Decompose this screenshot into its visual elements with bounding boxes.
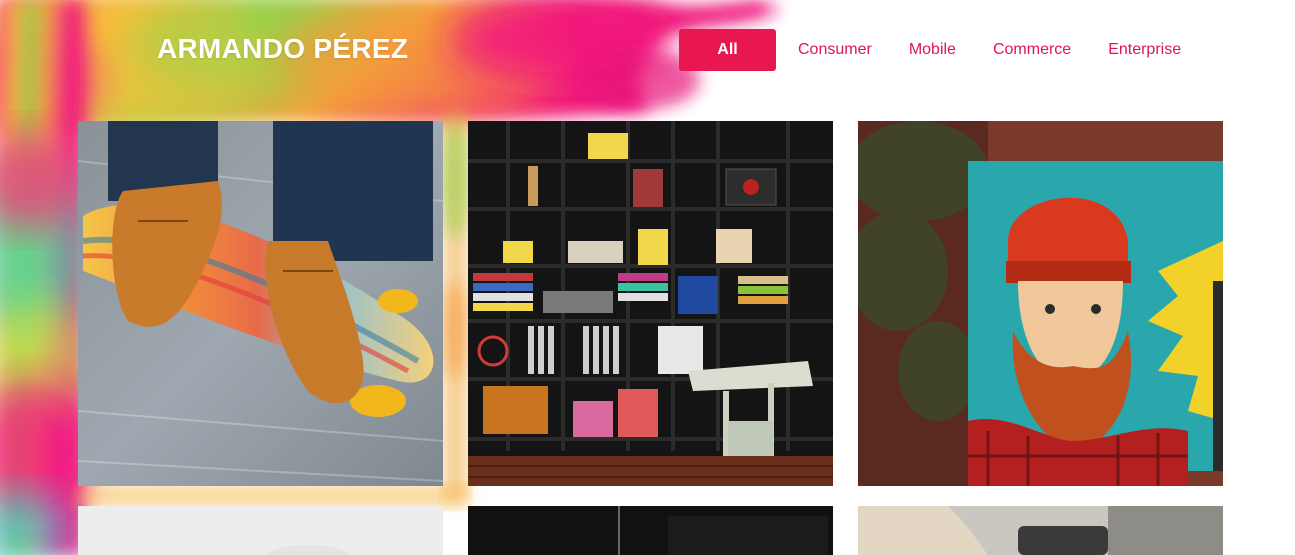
portfolio-item-dark-interior[interactable] [468, 506, 833, 555]
bearded-man-mural-image [858, 121, 1223, 486]
filter-enterprise-link[interactable]: Enterprise [1108, 29, 1181, 71]
white-object-image [78, 506, 443, 555]
filter-all-button[interactable]: All [679, 29, 776, 71]
portfolio-item-mural[interactable] [858, 121, 1223, 486]
portfolio-item-skateboard[interactable] [78, 121, 443, 486]
filter-consumer-link[interactable]: Consumer [798, 29, 872, 71]
hands-device-image [858, 506, 1223, 555]
filter-commerce-link[interactable]: Commerce [993, 29, 1071, 71]
portfolio-item-hands-device[interactable] [858, 506, 1223, 555]
bookshelf-records-image [468, 121, 833, 486]
brand-name[interactable]: ARMANDO PÉREZ [157, 33, 408, 65]
portfolio-item-bookshelf[interactable] [468, 121, 833, 486]
portfolio-item-white-object[interactable] [78, 506, 443, 555]
filter-nav: All Consumer Mobile Commerce Enterprise [679, 29, 1181, 71]
skateboard-sneakers-image [78, 121, 443, 486]
portfolio-page: ARMANDO PÉREZ All Consumer Mobile Commer… [0, 0, 1295, 555]
dark-interior-image [468, 506, 833, 555]
filter-mobile-link[interactable]: Mobile [909, 29, 956, 71]
